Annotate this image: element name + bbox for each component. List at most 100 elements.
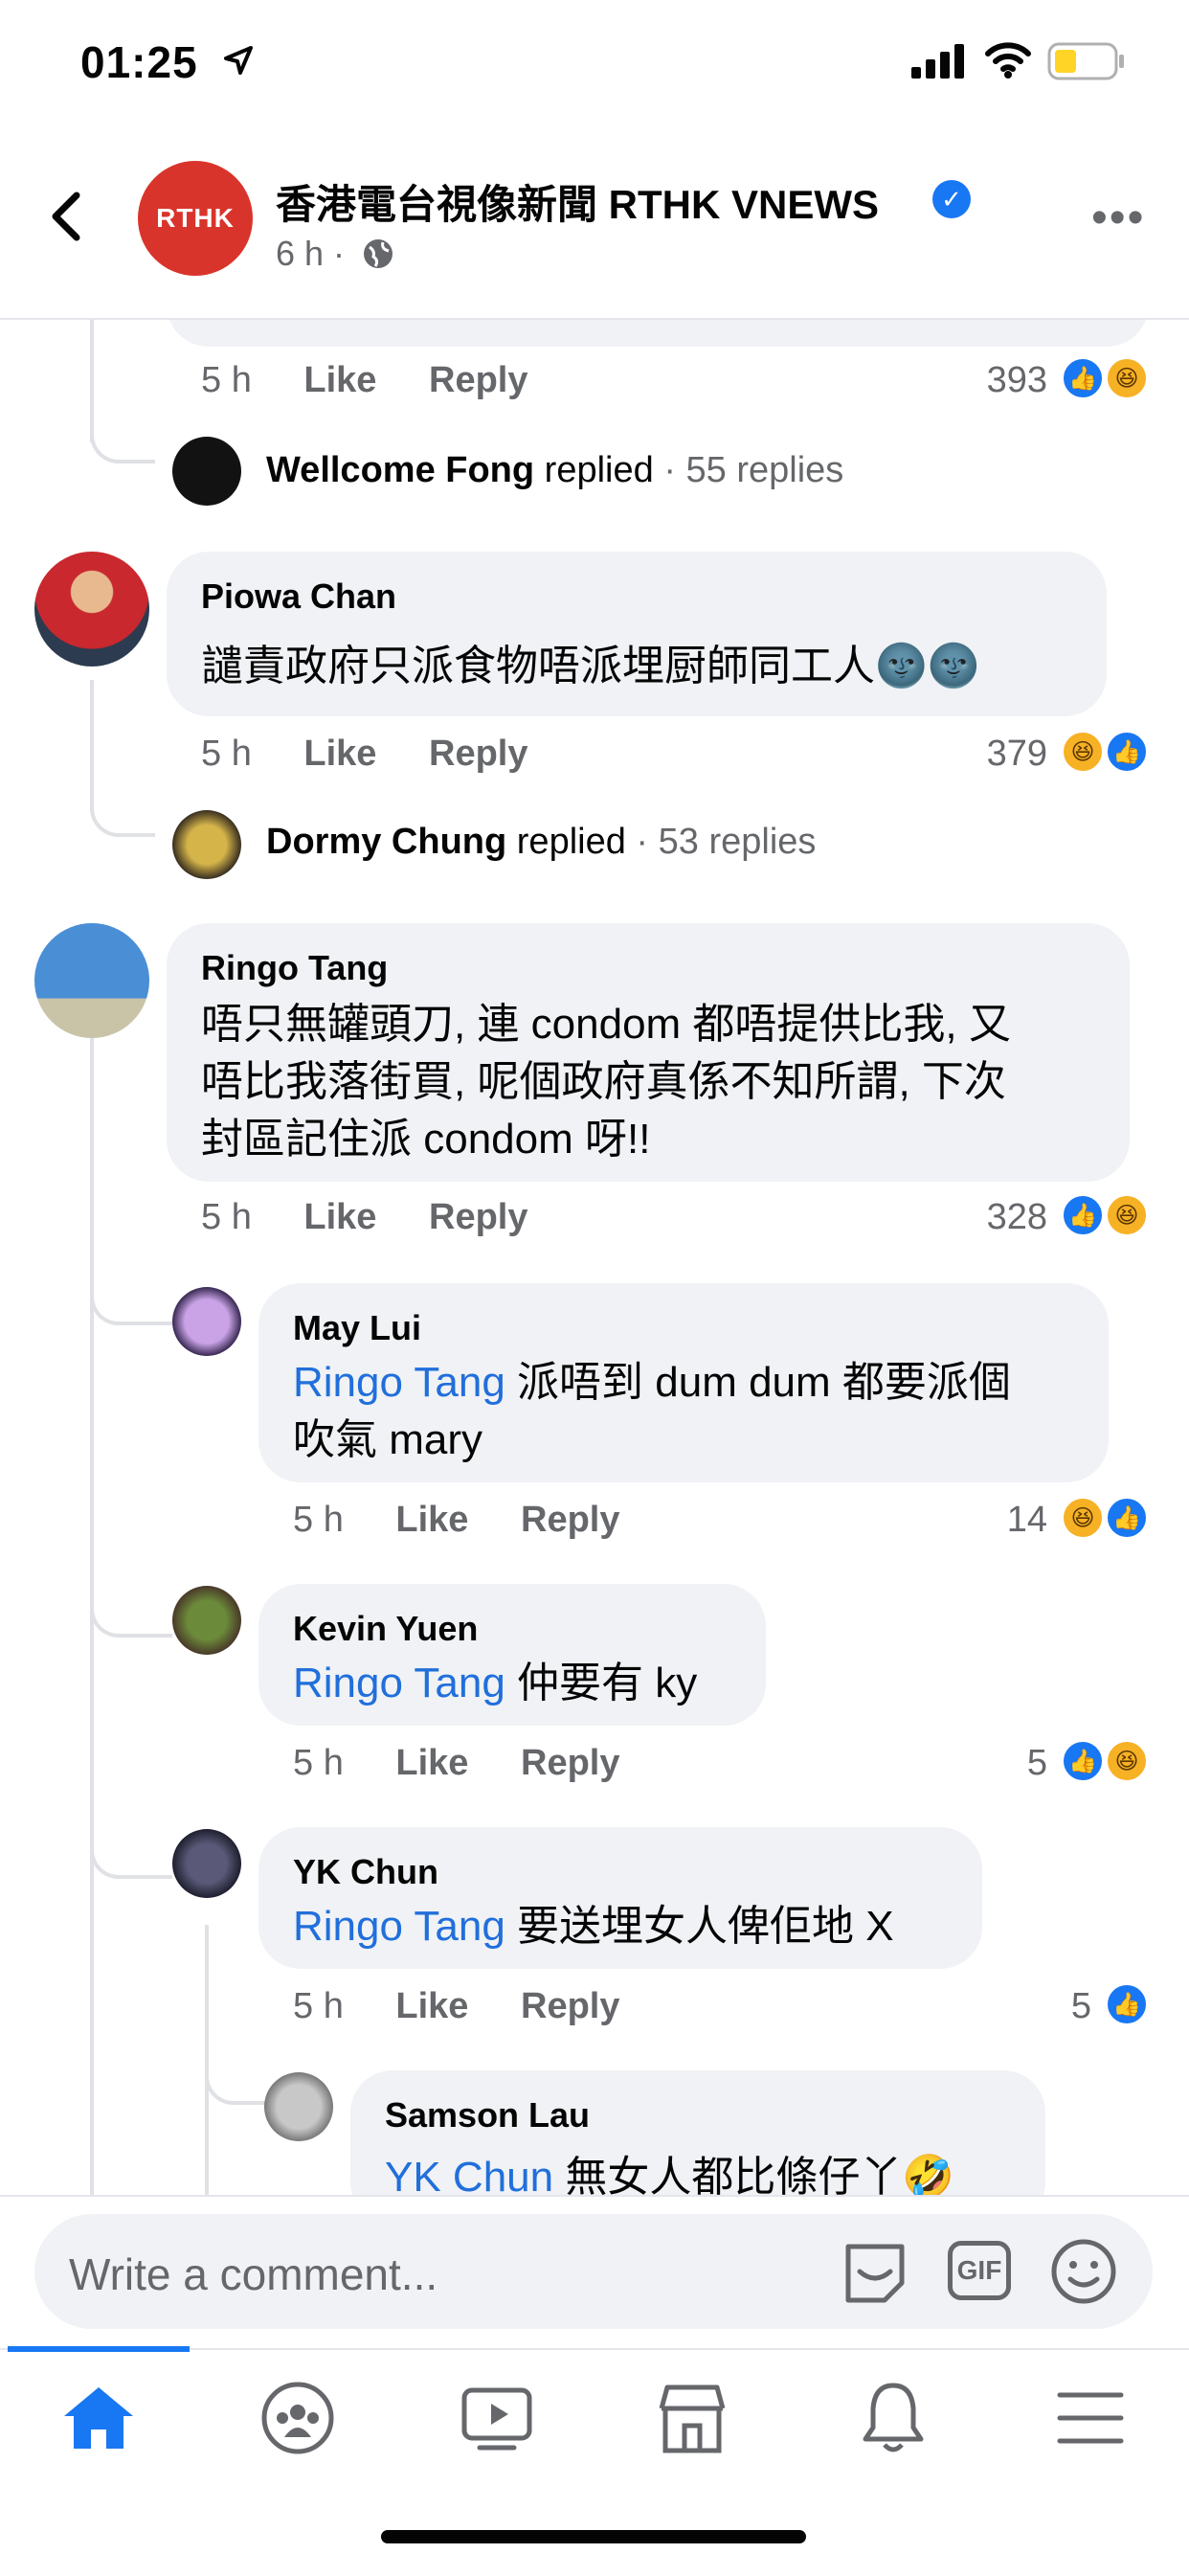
comment-text: 無女人都比條仔丫🤣: [553, 2154, 955, 2201]
reply-count: · 55 replies: [663, 450, 844, 490]
reaction-count[interactable]: 393: [919, 360, 1047, 401]
replies-summary[interactable]: Dormy Chung replied · 53 replies: [266, 822, 816, 863]
comment-text-line: 吹氣 mary: [293, 1416, 482, 1463]
watch-icon[interactable]: [454, 2375, 540, 2461]
reply-button[interactable]: Reply: [429, 734, 527, 774]
verified-badge-icon: ✓: [932, 180, 971, 218]
thread-connector: [90, 421, 155, 463]
mention-link[interactable]: Ringo Tang: [293, 1903, 505, 1950]
post-time: 6 h ·: [276, 234, 346, 273]
reaction-count[interactable]: 328: [919, 1197, 1047, 1238]
thread-connector: [90, 1595, 172, 1638]
groups-icon[interactable]: [255, 2375, 341, 2461]
more-options-icon[interactable]: •••: [1091, 192, 1145, 244]
like-button[interactable]: Like: [303, 360, 376, 400]
comment-actions: 5 h Like Reply: [293, 1743, 619, 1784]
haha-reaction-icon: 😆: [1105, 356, 1149, 400]
like-reaction-icon: 👍: [1061, 1193, 1105, 1237]
like-button[interactable]: Like: [395, 1743, 468, 1783]
like-reaction-icon: 👍: [1105, 1982, 1149, 2026]
reaction-count[interactable]: 14: [919, 1500, 1047, 1541]
mention-link[interactable]: YK Chun: [385, 2154, 553, 2201]
replier-name: Wellcome Fong: [266, 450, 535, 490]
avatar[interactable]: [172, 1829, 241, 1898]
commenter-name[interactable]: Kevin Yuen: [293, 1609, 478, 1649]
comment-time: 5 h: [201, 734, 252, 774]
avatar[interactable]: [172, 1586, 241, 1655]
avatar[interactable]: [172, 1287, 241, 1356]
comment-text: 譴責政府只派食物唔派埋厨師同工人🌚🌚: [201, 643, 980, 689]
comment-text-line: Ringo Tang 派唔到 dum dum 都要派個: [293, 1354, 1011, 1412]
commenter-name[interactable]: Ringo Tang: [201, 948, 388, 988]
haha-reaction-icon: 😆: [1105, 1739, 1149, 1783]
replies-summary[interactable]: Wellcome Fong replied · 55 replies: [266, 450, 843, 491]
like-reaction-icon: 👍: [1105, 1496, 1149, 1540]
comment-actions: 5 h Like Reply: [201, 734, 527, 775]
reply-button[interactable]: Reply: [429, 1197, 527, 1237]
comment-time: 5 h: [293, 1743, 344, 1783]
avatar[interactable]: [34, 552, 149, 667]
commenter-name[interactable]: Piowa Chan: [201, 576, 396, 617]
avatar[interactable]: [34, 923, 149, 1038]
thread-line: [90, 680, 94, 795]
comment-actions: 5 h Like Reply: [201, 360, 527, 401]
menu-icon[interactable]: [1047, 2375, 1133, 2461]
comment-text: 派唔到 dum dum 都要派個: [505, 1359, 1011, 1406]
avatar-logo-text: RTHK: [156, 203, 235, 233]
comment-time: 5 h: [201, 1197, 252, 1237]
gif-icon[interactable]: GIF: [948, 2241, 1011, 2300]
haha-reaction-icon: 😆: [1061, 1496, 1105, 1540]
reply-button[interactable]: Reply: [429, 360, 527, 400]
replier-name: Dormy Chung: [266, 822, 507, 862]
like-reaction-icon: 👍: [1061, 356, 1105, 400]
comment-text-line: 唔只無罐頭刀, 連 condom 都唔提供比我, 又: [201, 1001, 1011, 1048]
status-time: 01:25: [80, 37, 198, 87]
marketplace-icon[interactable]: [649, 2375, 735, 2461]
reply-button[interactable]: Reply: [521, 1500, 619, 1540]
like-reaction-icon: 👍: [1105, 730, 1149, 774]
reply-button[interactable]: Reply: [521, 1986, 619, 2026]
location-arrow-icon: [224, 46, 253, 75]
page-avatar[interactable]: RTHK: [138, 161, 253, 276]
signal-icon: [911, 44, 964, 79]
like-reaction-icon: 👍: [1061, 1739, 1105, 1783]
commenter-name[interactable]: May Lui: [293, 1308, 421, 1348]
comment-time: 5 h: [201, 360, 252, 400]
commenter-name[interactable]: YK Chun: [293, 1852, 438, 1892]
home-icon[interactable]: [56, 2375, 142, 2461]
like-button[interactable]: Like: [303, 1197, 376, 1237]
reply-button[interactable]: Reply: [521, 1743, 619, 1783]
like-button[interactable]: Like: [395, 1500, 468, 1540]
comment-text-line: 封區記住派 condom 呀!!: [201, 1116, 651, 1163]
avatar[interactable]: [172, 437, 241, 506]
comment-text-line: 唔比我落街買, 呢個政府真係不知所謂, 下次: [201, 1058, 1006, 1105]
comment-actions: 5 h Like Reply: [201, 1197, 527, 1238]
notifications-icon[interactable]: [850, 2375, 936, 2461]
reaction-count[interactable]: 5: [957, 1986, 1091, 2027]
wifi-icon: [985, 42, 1031, 79]
mention-link[interactable]: Ringo Tang: [293, 1359, 505, 1406]
avatar[interactable]: [172, 810, 241, 879]
active-tab-indicator: [8, 2346, 190, 2352]
replied-verb: replied: [544, 450, 654, 490]
commenter-name[interactable]: Samson Lau: [385, 2095, 590, 2135]
thread-line: [205, 1925, 209, 2195]
reaction-count[interactable]: 379: [919, 734, 1047, 775]
comment-text-line: Ringo Tang 要送埋女人俾佢地 X: [293, 1898, 894, 1955]
page-title[interactable]: 香港電台視像新聞 RTHK VNEWS: [276, 172, 879, 231]
like-button[interactable]: Like: [395, 1986, 468, 2026]
comment-placeholder: Write a comment...: [69, 2249, 438, 2299]
home-indicator: [381, 2530, 806, 2543]
reply-count: · 53 replies: [636, 822, 817, 862]
avatar[interactable]: [264, 2072, 333, 2141]
globe-icon: [364, 239, 393, 268]
emoji-icon[interactable]: [1049, 2237, 1118, 2306]
like-button[interactable]: Like: [303, 734, 376, 774]
thread-connector: [90, 1837, 172, 1879]
reaction-count[interactable]: 5: [919, 1743, 1047, 1784]
mention-link[interactable]: Ringo Tang: [293, 1660, 505, 1706]
thread-connector: [90, 1283, 172, 1325]
sticker-icon[interactable]: [839, 2239, 911, 2306]
comment-text-line: Ringo Tang 仲要有 ky: [293, 1655, 697, 1712]
back-arrow-icon[interactable]: [46, 188, 84, 245]
